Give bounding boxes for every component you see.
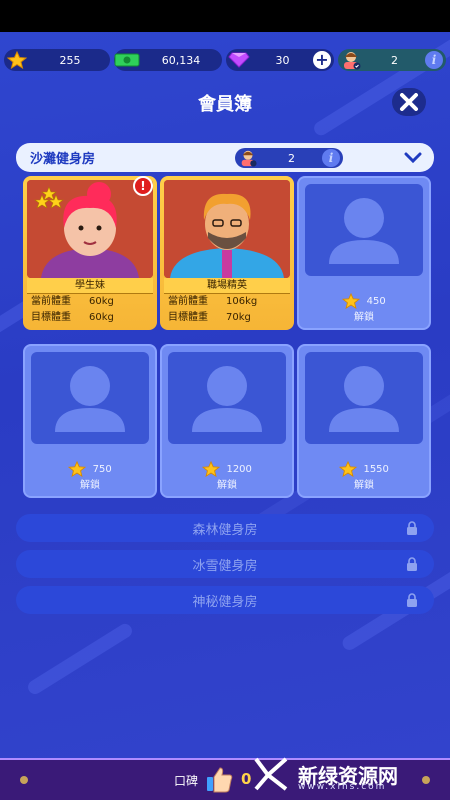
page-title: 會員簿 (198, 94, 252, 115)
coin-counter: 255 (4, 49, 110, 71)
locked-slot-card[interactable]: 450 解鎖 (297, 176, 431, 330)
locked-slot-card[interactable]: 750 解鎖 (23, 344, 157, 498)
silhouette-icon (305, 184, 423, 276)
locked-gym-mystery[interactable]: 神秘健身房 (16, 586, 434, 614)
current-weight: 106kg (226, 296, 258, 307)
unlock-label: 解鎖 (80, 480, 100, 491)
member-value: 2 (391, 53, 398, 67)
watermark-url: www.xlhs.com (298, 782, 387, 792)
cash-counter: 60,134 (114, 49, 222, 71)
reputation-label: 口碑 (174, 774, 199, 788)
add-gems-button[interactable]: + (313, 51, 331, 69)
unlock-cost: 750 (25, 460, 155, 478)
target-weight: 70kg (226, 312, 251, 323)
gem-value: 30 (275, 53, 290, 67)
current-weight: 60kg (89, 296, 114, 307)
unlock-label: 解鎖 (354, 480, 374, 491)
member-icon (235, 149, 261, 167)
target-weight-row: 目標體重 60kg (27, 310, 153, 326)
reputation-value: 0 (241, 770, 252, 788)
gem-counter: 30 + (226, 49, 334, 71)
coin-icon (4, 49, 30, 71)
locked-gym-ice[interactable]: 冰雪健身房 (16, 550, 434, 578)
lock-icon (406, 557, 418, 575)
chevron-down-icon (404, 150, 422, 169)
cash-icon (114, 49, 140, 71)
member-card[interactable]: 職場精英 當前體重 106kg 目標體重 70kg (160, 176, 294, 330)
member-icon (338, 49, 364, 71)
close-button[interactable] (392, 88, 426, 116)
close-icon (400, 93, 418, 111)
locked-gym-forest[interactable]: 森林健身房 (16, 514, 434, 542)
current-weight-row: 當前體重 60kg (27, 294, 153, 310)
bar-dot (20, 776, 28, 784)
target-weight-row: 目標體重 70kg (164, 310, 290, 326)
current-weight-row: 當前體重 106kg (164, 294, 290, 310)
target-weight: 60kg (89, 312, 114, 323)
silhouette-icon (168, 352, 286, 444)
coin-icon (342, 292, 361, 310)
unlock-cost: 1200 (162, 460, 292, 478)
unlock-label: 解鎖 (217, 480, 237, 491)
alert-badge: ! (133, 176, 153, 196)
unlock-cost: 450 (299, 292, 429, 310)
silhouette-icon (31, 352, 149, 444)
gem-icon (226, 49, 252, 71)
cash-value: 60,134 (161, 53, 201, 67)
coin-icon (201, 460, 221, 478)
gym-info-icon[interactable]: i (322, 149, 340, 167)
gym-label: 森林健身房 (192, 522, 258, 538)
lock-icon (406, 593, 418, 611)
coin-value: 255 (59, 53, 81, 67)
member-info-icon[interactable]: i (425, 51, 443, 69)
star-rating (33, 186, 65, 212)
gym-member-count: 2 (288, 151, 295, 165)
gym-name: 沙灘健身房 (30, 152, 96, 167)
watermark-icon (254, 757, 288, 791)
gym-label: 冰雪健身房 (192, 558, 258, 574)
status-bar (0, 0, 450, 32)
member-card[interactable]: 學生妹 當前體重 60kg 目標體重 60kg ! (23, 176, 157, 330)
member-name: 職場精英 (164, 278, 290, 294)
locked-slot-card[interactable]: 1200 解鎖 (160, 344, 294, 498)
lock-icon (406, 521, 418, 539)
member-portrait (164, 180, 290, 278)
unlock-label: 解鎖 (354, 312, 374, 323)
watermark-logo: 新绿资源网 www.xlhs.com (252, 752, 430, 796)
member-counter: 2 i (338, 49, 446, 71)
member-name: 學生妹 (27, 278, 153, 294)
gym-label: 神秘健身房 (192, 594, 258, 610)
coin-icon (68, 460, 87, 478)
member-portrait (27, 180, 153, 278)
silhouette-icon (305, 352, 423, 444)
coin-icon (338, 460, 358, 478)
locked-slot-card[interactable]: 1550 解鎖 (297, 344, 431, 498)
unlock-cost: 1550 (299, 460, 429, 478)
gym-member-pill: 2 i (235, 148, 343, 168)
thumbs-up-icon (204, 764, 234, 798)
gym-selector[interactable]: 沙灘健身房 2 i (16, 143, 434, 172)
